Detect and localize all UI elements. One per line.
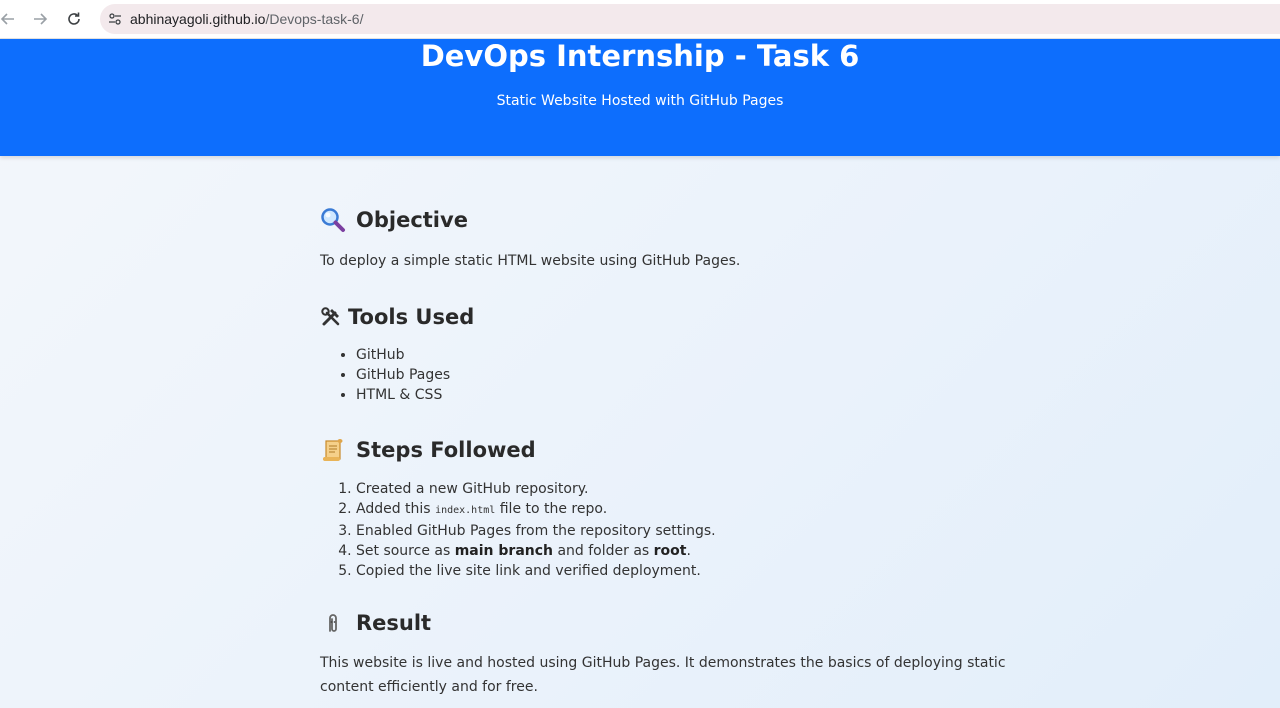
tools-list: GitHub GitHub Pages HTML & CSS (320, 345, 1040, 405)
steps-list-item: Added this index.html file to the repo. (356, 499, 1040, 521)
url-path: /Devops-task-6/ (265, 11, 364, 27)
steps-heading: Steps Followed (320, 432, 1040, 468)
forward-button[interactable] (24, 3, 56, 35)
site-info-button[interactable] (100, 4, 130, 34)
result-heading-text: Result (356, 611, 432, 635)
reload-button[interactable] (58, 3, 90, 35)
tune-icon (109, 13, 121, 25)
tools-list-item: GitHub Pages (356, 365, 1040, 385)
paperclip-icon (320, 609, 348, 637)
branch-bold: main branch (454, 543, 553, 559)
steps-heading-text: Steps Followed (356, 438, 536, 462)
step-text: Set source as (356, 543, 455, 559)
result-section: Result This website is live and hosted u… (320, 605, 1040, 699)
url-host: abhinayagoli.github.io (130, 11, 266, 27)
step-text: . (686, 543, 691, 559)
objective-heading-text: Objective (356, 208, 468, 232)
steps-list-item: Set source as main branch and folder as … (356, 541, 1040, 561)
magnifier-icon (320, 206, 348, 234)
objective-text: To deploy a simple static HTML website u… (320, 253, 741, 269)
tools-heading: Tools Used (320, 299, 1040, 335)
tools-list-item: HTML & CSS (356, 385, 1040, 405)
browser-toolbar: abhinayagoli.github.io/Devops-task-6/ (0, 0, 1280, 39)
tools-list-item: GitHub (356, 345, 1040, 365)
address-bar[interactable]: abhinayagoli.github.io/Devops-task-6/ (100, 4, 1280, 34)
arrow-right-icon (34, 13, 48, 25)
steps-list-item: Created a new GitHub repository. (356, 479, 1040, 499)
arrow-left-icon (0, 13, 14, 25)
scroll-icon (320, 436, 348, 464)
step-text: and folder as (553, 543, 654, 559)
result-text: This website is live and hosted using Gi… (320, 655, 1006, 695)
hammer-wrench-icon (320, 303, 342, 331)
reload-icon (68, 12, 80, 25)
steps-list-item: Copied the live site link and verified d… (356, 561, 1040, 581)
filename-code: index.html (435, 505, 496, 516)
objective-section: Objective To deploy a simple static HTML… (320, 202, 1040, 273)
url-text: abhinayagoli.github.io/Devops-task-6/ (130, 11, 364, 27)
page-header: DevOps Internship - Task 6 Static Websit… (0, 39, 1280, 156)
page-title: DevOps Internship - Task 6 (420, 39, 860, 73)
steps-list-item: Enabled GitHub Pages from the repository… (356, 521, 1040, 541)
page-subtitle: Static Website Hosted with GitHub Pages (496, 93, 784, 109)
step-text: Added this (356, 501, 436, 517)
steps-list: Created a new GitHub repository. Added t… (320, 479, 1040, 581)
steps-section: Steps Followed Created a new GitHub repo… (320, 432, 1040, 581)
step-text: file to the repo. (495, 501, 608, 517)
result-heading: Result (320, 605, 1040, 641)
tools-section: Tools Used GitHub GitHub Pages HTML & CS… (320, 299, 1040, 405)
folder-bold: root (653, 543, 687, 559)
back-button[interactable] (0, 3, 24, 35)
tools-heading-text: Tools Used (348, 305, 475, 329)
objective-heading: Objective (320, 202, 1040, 238)
